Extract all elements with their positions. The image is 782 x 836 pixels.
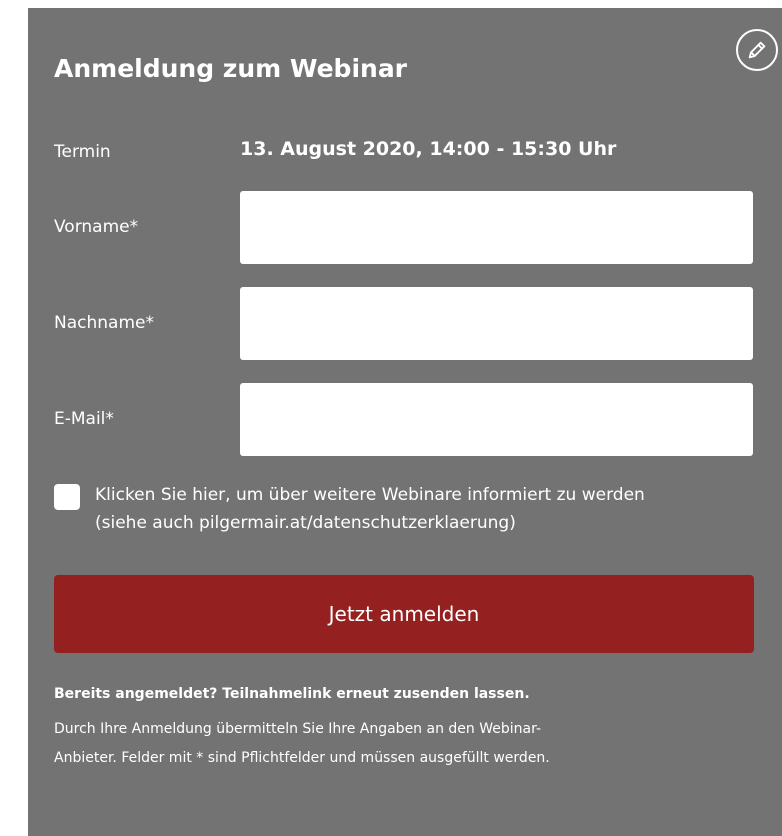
first-name-label: Vorname* xyxy=(54,217,139,237)
submit-button-label: Jetzt anmelden xyxy=(328,602,480,626)
submit-button[interactable]: Jetzt anmelden xyxy=(54,575,754,653)
last-name-label: Nachname* xyxy=(54,313,154,333)
webinar-registration-panel: Anmeldung zum Webinar Termin 13. August … xyxy=(28,8,782,836)
email-label: E-Mail* xyxy=(54,409,114,429)
newsletter-text-line-1: Klicken Sie hier, um über weitere Webina… xyxy=(95,485,645,505)
termin-label: Termin xyxy=(54,142,111,162)
info-line-1: Durch Ihre Anmeldung übermitteln Sie Ihr… xyxy=(54,721,542,737)
termin-value: 13. August 2020, 14:00 - 15:30 Uhr xyxy=(240,138,617,160)
newsletter-checkbox-label[interactable]: Klicken Sie hier, um über weitere Webina… xyxy=(95,481,755,537)
first-name-field[interactable] xyxy=(240,191,753,264)
edit-button[interactable] xyxy=(736,29,778,71)
last-name-field[interactable] xyxy=(240,287,753,360)
privacy-info-text: Durch Ihre Anmeldung übermitteln Sie Ihr… xyxy=(54,715,754,773)
pencil-icon xyxy=(748,41,766,59)
form-title: Anmeldung zum Webinar xyxy=(54,54,408,83)
info-line-2: Anbieter. Felder mit * sind Pflichtfelde… xyxy=(54,750,550,766)
newsletter-checkbox[interactable] xyxy=(54,484,80,510)
email-field[interactable] xyxy=(240,383,753,456)
newsletter-text-line-2: (siehe auch pilgermair.at/datenschutzerk… xyxy=(95,513,516,533)
resend-link[interactable]: Bereits angemeldet? Teilnahmelink erneut… xyxy=(54,686,530,702)
